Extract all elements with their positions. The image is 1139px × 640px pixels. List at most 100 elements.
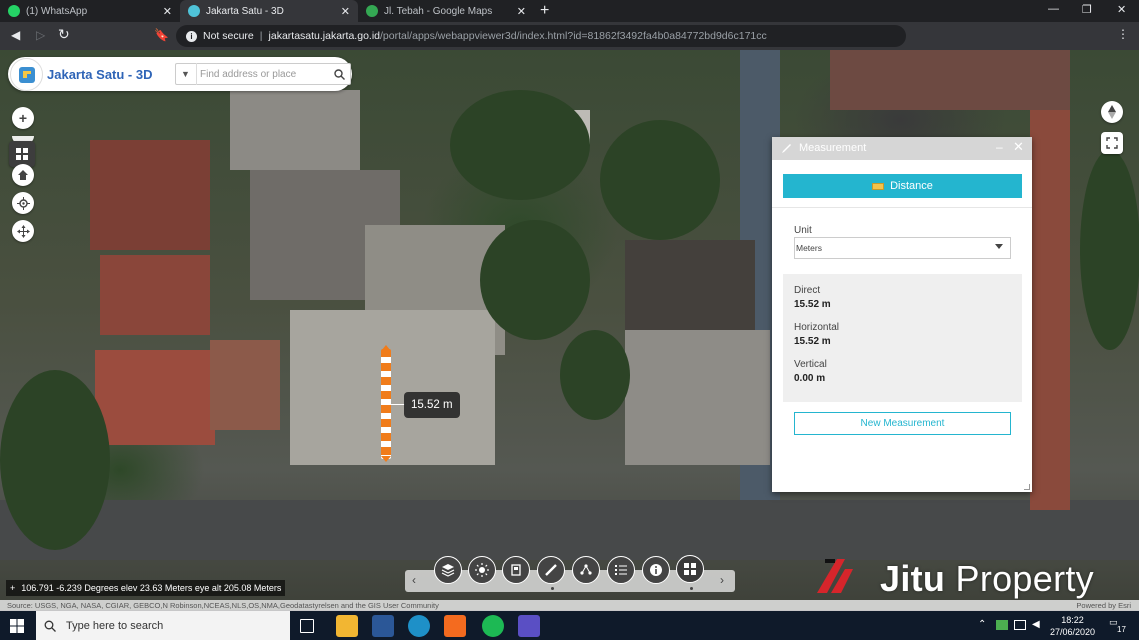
- map-tree: [560, 330, 630, 420]
- grid-icon: [16, 148, 28, 160]
- map-tree: [1080, 150, 1139, 350]
- fullscreen-icon: [1106, 137, 1118, 149]
- new-measurement-button[interactable]: New Measurement: [794, 412, 1011, 435]
- spotify-icon[interactable]: [482, 615, 504, 637]
- tab-jakarta-satu[interactable]: Jakarta Satu - 3D ✕: [180, 0, 358, 22]
- about-button[interactable]: [642, 556, 670, 584]
- task-view-icon[interactable]: [300, 619, 314, 633]
- panel-header[interactable]: Measurement – ✕: [772, 137, 1032, 160]
- reload-button[interactable]: ↻: [58, 26, 70, 43]
- tray-chevron-icon[interactable]: ⌃: [978, 619, 986, 630]
- taskbar-search-field[interactable]: Type here to search: [36, 611, 290, 640]
- watermark-rest: Property: [955, 558, 1094, 599]
- file-explorer-icon[interactable]: [336, 615, 358, 637]
- measurement-label: 15.52 m: [404, 392, 460, 418]
- locate-button[interactable]: [12, 192, 34, 214]
- browser-tabbar: (1) WhatsApp ✕ Jakarta Satu - 3D ✕ Jl. T…: [0, 0, 1139, 22]
- close-panel-button[interactable]: ✕: [1013, 139, 1024, 155]
- close-window-button[interactable]: ✕: [1117, 3, 1126, 16]
- info-icon[interactable]: i: [186, 30, 197, 42]
- new-tab-button[interactable]: +: [540, 2, 549, 20]
- compass-button[interactable]: [1101, 101, 1123, 123]
- url-path: /portal/apps/webappviewer3d/index.html?i…: [380, 30, 767, 42]
- distance-tool-button[interactable]: Distance: [783, 174, 1022, 198]
- tab-title: (1) WhatsApp: [26, 5, 88, 17]
- tray-app-icon[interactable]: [996, 620, 1008, 630]
- map-building: [100, 255, 210, 335]
- minimize-panel-button[interactable]: –: [996, 140, 1003, 154]
- search-button[interactable]: [328, 63, 351, 85]
- measurement-panel: Measurement – ✕ Distance Unit Meters Dir…: [772, 137, 1032, 492]
- tab-whatsapp[interactable]: (1) WhatsApp ✕: [0, 0, 180, 22]
- ruler-icon: [782, 144, 791, 153]
- maximize-button[interactable]: ❐: [1082, 3, 1092, 16]
- navigation-toggle-button[interactable]: [12, 220, 34, 242]
- map-building: [210, 340, 280, 430]
- toolbar-prev-button[interactable]: ‹: [412, 573, 416, 587]
- search-source-dropdown[interactable]: ▼: [175, 63, 197, 85]
- battery-icon[interactable]: [1014, 620, 1026, 630]
- divider: [772, 207, 1032, 208]
- close-icon[interactable]: ✕: [341, 5, 350, 18]
- powered-by-esri[interactable]: Powered by Esri: [1076, 601, 1131, 610]
- active-indicator: [551, 587, 554, 590]
- whatsapp-icon: [8, 5, 20, 17]
- url-field[interactable]: i Not secure | jakartasatu.jakarta.go.id…: [176, 25, 906, 47]
- close-icon[interactable]: ✕: [517, 5, 526, 18]
- volume-icon[interactable]: ◀: [1032, 619, 1040, 630]
- layers-button[interactable]: [434, 556, 462, 584]
- home-button[interactable]: [12, 164, 34, 186]
- separator: |: [259, 30, 263, 42]
- bookmark-icon[interactable]: 🔖: [154, 28, 169, 42]
- fullscreen-button[interactable]: [1101, 132, 1123, 154]
- notification-count: 17: [1117, 625, 1126, 634]
- measurement-label-connector: [391, 404, 405, 405]
- forward-button[interactable]: ▷: [36, 28, 45, 42]
- grid-icon: [684, 563, 696, 575]
- attribution-bar: Source: USGS, NGA, NASA, CGIAR, GEBCO,N …: [0, 600, 1139, 611]
- panel-title: Measurement: [799, 142, 867, 154]
- resize-handle[interactable]: [1024, 484, 1030, 490]
- daylight-button[interactable]: [468, 556, 496, 584]
- map-tree: [0, 370, 110, 550]
- distance-tool-label: Distance: [890, 180, 933, 192]
- map-tree: [600, 120, 720, 240]
- close-icon[interactable]: ✕: [163, 5, 172, 18]
- measurement-line: [381, 349, 391, 459]
- search-icon: [334, 68, 345, 80]
- jitu-property-logo: [817, 559, 853, 593]
- pan-icon: [16, 224, 30, 238]
- map-tree: [450, 90, 590, 200]
- unit-select[interactable]: Meters: [794, 237, 1011, 259]
- back-button[interactable]: ◀: [11, 28, 20, 42]
- direct-value: 15.52 m: [794, 299, 831, 310]
- more-widgets-button[interactable]: [676, 555, 704, 583]
- layers-icon: [441, 564, 455, 577]
- brave-icon[interactable]: [444, 615, 466, 637]
- minimize-button[interactable]: —: [1048, 3, 1059, 15]
- share-button[interactable]: [572, 556, 600, 584]
- search-input[interactable]: [200, 64, 325, 84]
- basemap-gallery-button[interactable]: [502, 556, 530, 584]
- vertical-label: Vertical: [794, 359, 827, 370]
- measurement-line-end: [381, 456, 391, 462]
- menu-icon[interactable]: ⋮: [1117, 27, 1129, 41]
- measurement-button[interactable]: [537, 556, 565, 584]
- locate-icon: [16, 196, 30, 210]
- vertical-value: 0.00 m: [794, 373, 826, 384]
- word-icon[interactable]: [372, 615, 394, 637]
- address-bar: ◀ ▷ ↻ 🔖 i Not secure | jakartasatu.jakar…: [0, 22, 1139, 64]
- toolbar-next-button[interactable]: ›: [720, 573, 724, 587]
- tab-google-maps[interactable]: Jl. Tebah - Google Maps ✕: [358, 0, 534, 22]
- clock[interactable]: 18:22 27/06/2020: [1050, 614, 1095, 638]
- basemap-icon: [511, 564, 521, 576]
- edge-icon[interactable]: [408, 615, 430, 637]
- url-host: jakartasatu.jakarta.go.id: [268, 30, 380, 42]
- windows-start-icon[interactable]: [10, 619, 24, 633]
- zoom-in-button[interactable]: +: [12, 107, 34, 129]
- clock-date: 27/06/2020: [1050, 627, 1096, 637]
- map-building: [830, 50, 1070, 110]
- teams-icon[interactable]: [518, 615, 540, 637]
- map-building: [290, 310, 495, 465]
- legend-button[interactable]: [607, 556, 635, 584]
